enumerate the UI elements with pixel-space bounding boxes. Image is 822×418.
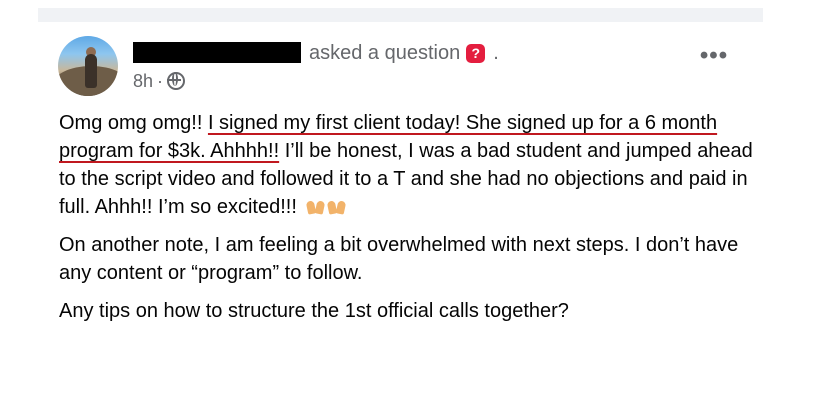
post-timestamp[interactable]: 8h <box>133 71 153 92</box>
action-text: asked a question <box>309 41 461 64</box>
post-paragraph-2: On another note, I am feeling a bit over… <box>59 234 739 284</box>
action-suffix: . <box>493 41 499 64</box>
avatar-person-body <box>85 54 97 88</box>
post-card: asked a question ? . 8h · ••• Omg omg om… <box>38 22 763 418</box>
globe-icon[interactable] <box>167 72 186 90</box>
meta-separator: · <box>157 70 164 91</box>
feed-separator <box>38 8 763 22</box>
raising-hands-icon <box>306 201 325 215</box>
post-paragraph-1: Omg omg omg!! I signed my first client t… <box>59 109 759 221</box>
post-paragraph-3: Any tips on how to structure the 1st off… <box>59 300 569 322</box>
more-options-button[interactable]: ••• <box>698 44 730 70</box>
post-body: Omg omg omg!! I signed my first client t… <box>59 109 759 335</box>
avatar[interactable] <box>58 36 118 96</box>
paragraph-1-intro: Omg omg omg!! <box>59 112 208 134</box>
author-name-redacted[interactable] <box>133 42 301 63</box>
emoji-group <box>306 201 346 215</box>
question-icon: ? <box>466 43 486 63</box>
raising-hands-icon <box>327 201 346 215</box>
post-action: asked a question ? . <box>309 41 499 65</box>
post-meta: 8h · <box>133 70 186 92</box>
